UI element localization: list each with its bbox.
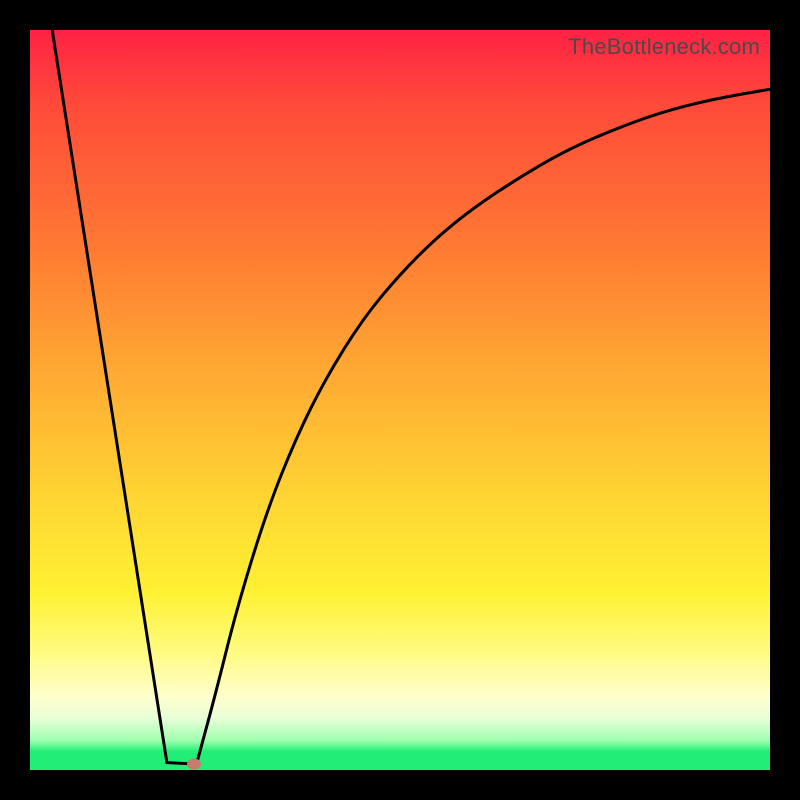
plot-area: TheBottleneck.com: [30, 30, 770, 770]
bottleneck-curve: [30, 30, 770, 770]
curve-path: [52, 30, 770, 764]
chart-frame: TheBottleneck.com: [0, 0, 800, 800]
optimal-point-marker: [187, 759, 201, 770]
